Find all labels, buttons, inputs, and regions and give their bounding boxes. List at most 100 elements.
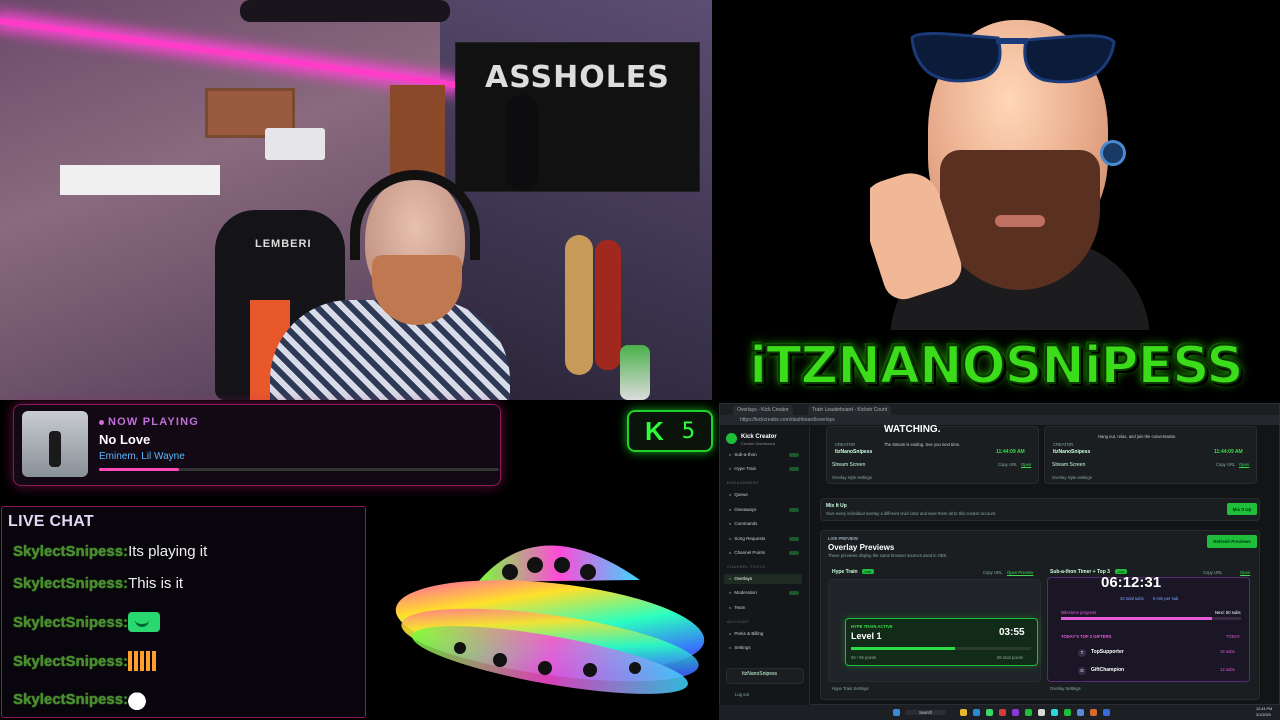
taskbar-time: 12:44 PM [1256,707,1273,711]
milestone-label: Milestone progress [1061,610,1097,615]
sidebar-item-commands[interactable]: Commands [729,521,757,526]
hype-progress-fill [851,647,956,650]
open-link[interactable]: Open [1239,462,1249,467]
chat-message: SkylectSnipess: [13,688,147,710]
card-desc: Hang out, relax, and join the conversati… [1098,434,1177,439]
browser-tab[interactable]: Overlays - Kick Creator [733,405,793,415]
overlay-style-settings[interactable]: Overlay style settings [1052,475,1092,480]
gifter-subs: 12 subs [1220,667,1235,672]
sidebar-item-settings[interactable]: Settings [729,645,750,650]
chat-username: SkylectSnipess: [13,543,129,560]
overlay-name: Stream Screen [832,462,866,468]
open-preview-link[interactable]: Open Preview [1007,570,1033,575]
app-icon[interactable] [1038,709,1045,716]
kick-logo-icon: K [644,415,664,446]
card-time: 11:44:09 AM [996,449,1025,455]
sidebar-item-song-requests[interactable]: Song Requests [729,536,765,541]
start-icon[interactable] [893,709,900,716]
chat-message: SkylectSnipess: Its playing it [13,543,207,560]
water-bottle [620,345,650,400]
sidebar-item-hype-train[interactable]: Hype Train [729,466,756,471]
creator-label: CREATOR [835,442,856,447]
chat-message: SkylectSnipess: [13,651,159,671]
browser-tab[interactable]: Train Leaderboard - Kickstr Count [808,405,892,415]
chat-message: SkylectSnipess: This is it [13,575,183,592]
chat-text: This is it [128,575,184,592]
gifter-rank: G [1078,667,1086,675]
guitar [505,95,539,190]
webcam-feed: ASSHOLES LEMBERI [0,0,712,400]
app-icon[interactable] [1025,709,1032,716]
mix-desc: Give every individual overlay a differen… [826,511,997,516]
app-name: Kick Creator [741,434,777,440]
copy-url-link[interactable]: Copy URL [983,570,1002,575]
gifter-subs: 15 subs [1220,649,1235,654]
air-conditioner [265,128,325,160]
subathon-settings-link[interactable]: Overlay Settings [1050,686,1081,691]
preview-label: LIVE PREVIEW [828,536,858,541]
sidebar-item-giveaways[interactable]: Giveaways [729,507,756,512]
sidebar-item-team[interactable]: Team [729,605,745,610]
sidebar-item-overlays[interactable]: Overlays [729,576,752,581]
live-badge: LIVE [862,569,874,574]
app-icon[interactable] [999,709,1006,716]
sidebar-item-channel-points[interactable]: Channel Points [729,550,765,555]
preview-desc: These previews display the same browser … [828,553,948,558]
wall-shelf [60,165,220,195]
bars-emote-icon [128,651,159,671]
sidebar-section-tools: CHANNEL TOOLS [727,565,766,569]
now-playing-dot-icon [99,420,104,425]
sidebar-item-billing[interactable]: Perks & Billing [729,631,763,636]
app-icon[interactable] [1012,709,1019,716]
milestone-progress-fill [1061,617,1213,620]
taskbar-date: 3/1/2025 [1256,713,1271,717]
sidebar-badge [789,467,799,471]
sidebar-item-queue[interactable]: Queue [729,492,748,497]
sidebar-item-subathon[interactable]: Sub-a-thon [729,452,756,457]
subathon-mins: 5 min per sub [1153,596,1179,601]
app-icon[interactable] [1077,709,1084,716]
subathon-timer: 06:12:31 [1101,574,1162,591]
chat-username: SkylectSnipess: [13,613,129,631]
app-icon[interactable] [1103,709,1110,716]
chat-username: SkylectSnipess: [13,652,129,670]
folder-icon[interactable] [960,709,967,716]
overlay-style-settings[interactable]: Overlay style settings [832,475,872,480]
app-icon[interactable] [1064,709,1071,716]
copy-url-link[interactable]: Copy URL [998,462,1017,467]
card-time: 11:44:09 AM [1214,449,1243,455]
hype-settings-link[interactable]: Hype Train Settings [832,686,869,691]
card-heading: WATCHING. [884,424,941,435]
app-icon[interactable] [986,709,993,716]
app-icon[interactable] [1051,709,1058,716]
gifter-rank: T [1078,649,1086,657]
taskbar-search[interactable]: Search [905,710,947,715]
earbud-icon [1100,140,1126,166]
chair-brand: LEMBERI [255,238,312,250]
avatar-mouth [995,215,1045,227]
copy-url-link[interactable]: Copy URL [1203,570,1222,575]
sidebar-badge [789,537,799,541]
green-face-emote-icon [128,612,161,632]
sidebar-badge [789,591,799,595]
top-gifters-title: TODAY'S TOP 3 GIFTERS [1061,634,1112,639]
copy-url-link[interactable]: Copy URL [1216,462,1235,467]
preview-title: Overlay Previews [828,543,895,552]
address-bar-url: https://kickcreator.com/dashboard/overla… [740,417,835,423]
open-link[interactable]: Open [1240,570,1250,575]
subathon-subs: 42 total subs [1120,596,1144,601]
sidebar-item-moderation[interactable]: Moderation [729,590,757,595]
creator-name: ItzNanoSnipess [835,449,873,455]
app-icon[interactable] [1090,709,1097,716]
edge-icon[interactable] [973,709,980,716]
sidebar-badge [789,551,799,555]
track-progress-fill [99,468,179,471]
logout-link[interactable]: Log out [735,692,749,697]
open-link[interactable]: Open [1021,462,1031,467]
gifter-name: GiftChampion [1091,667,1125,673]
hype-timer: 03:55 [999,627,1025,638]
mix-it-up-button[interactable]: Mix It Up [1227,503,1257,515]
kick-viewer-badge: K 5 [627,410,713,452]
refresh-previews-button[interactable]: Refresh Previews [1207,535,1257,548]
hype-points: 55 / 95 points [851,655,877,660]
